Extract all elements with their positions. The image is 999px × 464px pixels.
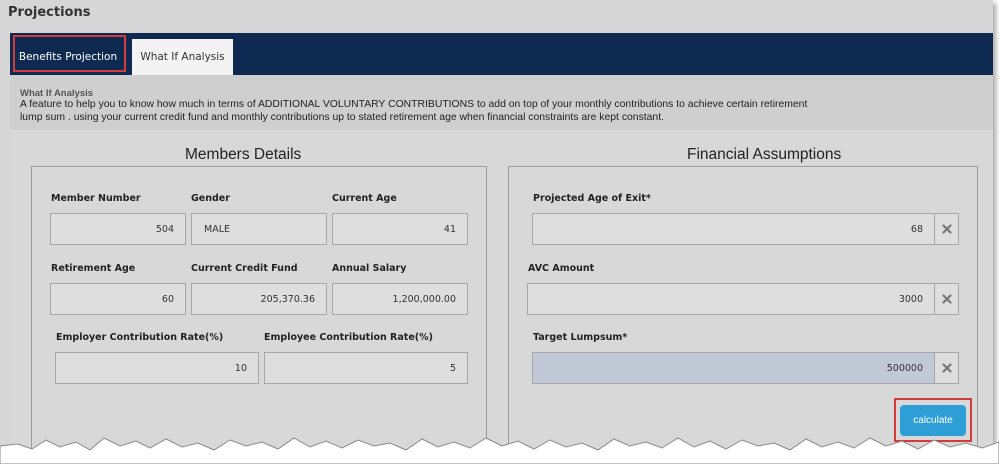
current-age-label: Current Age [332,193,397,204]
close-icon [941,363,952,373]
close-icon [941,224,952,234]
gender-label: Gender [191,193,230,204]
intro-panel: What If Analysis A feature to help you t… [10,75,993,130]
employee-contribution-rate-label: Employee Contribution Rate(%) [264,332,433,343]
member-number-label: Member Number [51,193,141,204]
intro-text: A feature to help you to know how much i… [20,99,808,123]
target-lumpsum-label: Target Lumpsum* [533,332,628,343]
close-icon [941,294,952,304]
retirement-age-field[interactable]: 60 [50,283,186,315]
clear-projected-age-button[interactable] [935,213,959,245]
employer-contribution-rate-label: Employer Contribution Rate(%) [56,332,224,343]
annual-salary-label: Annual Salary [332,263,407,274]
avc-amount-label: AVC Amount [528,263,595,274]
projections-page: Projections Benefits Projection What If … [0,0,993,458]
current-credit-fund-field[interactable]: 205,370.36 [191,283,327,315]
torn-edge [0,437,999,464]
tab-bar: Benefits Projection What If Analysis [10,33,993,75]
employer-contribution-rate-field[interactable]: 10 [55,352,259,384]
members-details-title: Members Details [185,146,302,163]
financial-assumptions-title: Financial Assumptions [687,146,842,163]
current-age-field[interactable]: 41 [332,213,468,245]
annual-salary-field[interactable]: 1,200,000.00 [332,283,468,315]
gender-field[interactable]: MALE [191,213,327,245]
avc-amount-input[interactable]: 3000 [527,283,935,315]
clear-target-lumpsum-button[interactable] [935,352,959,384]
projected-age-of-exit-label: Projected Age of Exit* [533,193,651,204]
projected-age-of-exit-input[interactable]: 68 [532,213,935,245]
employee-contribution-rate-field[interactable]: 5 [264,352,468,384]
tab-what-if-analysis[interactable]: What If Analysis [132,39,233,75]
current-credit-fund-label: Current Credit Fund [191,263,298,274]
member-number-field[interactable]: 504 [50,213,186,245]
retirement-age-label: Retirement Age [51,263,136,274]
annotation-highlight-tab [13,35,126,72]
target-lumpsum-input[interactable]: 500000 [532,352,935,384]
clear-avc-amount-button[interactable] [935,283,959,315]
page-title: Projections [8,5,91,20]
